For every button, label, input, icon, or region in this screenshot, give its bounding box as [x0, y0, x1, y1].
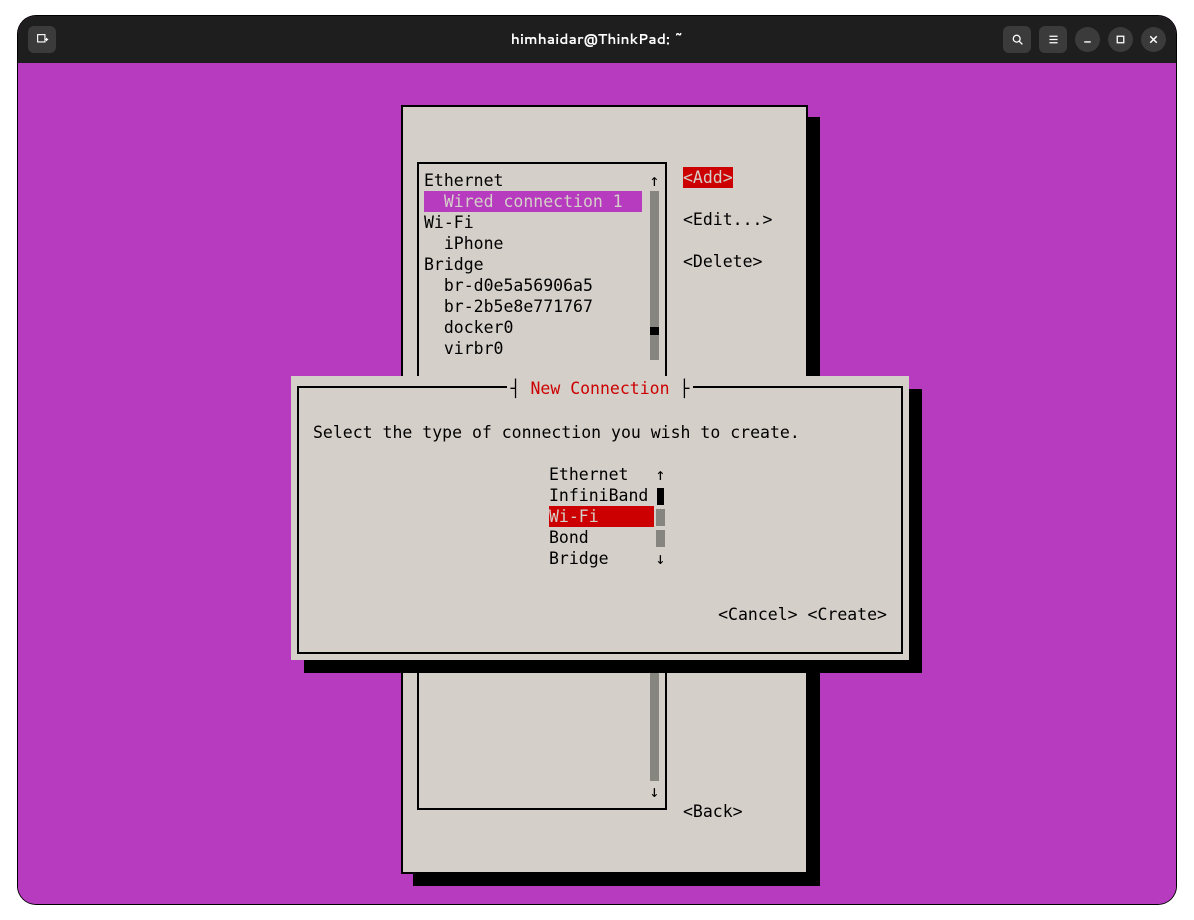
new-tab-icon: [36, 33, 49, 46]
list-item-iphone[interactable]: iPhone: [424, 233, 642, 254]
edit-button[interactable]: <Edit...>: [683, 209, 793, 230]
minimize-button[interactable]: [1075, 27, 1100, 52]
list-item-br1[interactable]: br-d0e5a56906a5: [424, 275, 642, 296]
connection-type-list[interactable]: Ethernet↑ InfiniBand Wi-Fi Bond Bridge↓: [549, 464, 679, 569]
list-group-wifi: Wi-Fi: [424, 212, 642, 233]
list-item-wired-connection-1[interactable]: Wired connection 1: [424, 191, 642, 212]
scroll-up-icon: ↑: [654, 464, 667, 485]
search-button[interactable]: [1003, 26, 1031, 53]
side-actions: <Add> <Edit...> <Delete>: [683, 167, 793, 272]
minimize-icon: [1081, 33, 1094, 46]
cancel-button[interactable]: <Cancel>: [718, 605, 797, 624]
scroll-thumb: [657, 488, 664, 505]
create-button[interactable]: <Create>: [808, 605, 887, 624]
titlebar: himhaidar@ThinkPad: ~: [18, 16, 1176, 63]
type-bridge[interactable]: Bridge↓: [549, 548, 679, 569]
search-icon: [1011, 33, 1024, 46]
new-connection-dialog: ┤ New Connection ├ Select the type of co…: [291, 376, 909, 660]
dialog-prompt: Select the type of connection you wish t…: [313, 422, 800, 443]
add-button[interactable]: <Add>: [683, 167, 733, 188]
scroll-down-icon: ↓: [654, 548, 667, 569]
list-group-bridge: Bridge: [424, 254, 642, 275]
maximize-icon: [1114, 33, 1127, 46]
type-infiniband[interactable]: InfiniBand: [549, 485, 679, 506]
new-tab-button[interactable]: [28, 26, 56, 53]
titlebar-right: [1003, 26, 1166, 53]
maximize-button[interactable]: [1108, 27, 1133, 52]
menu-button[interactable]: [1039, 26, 1067, 53]
type-bond[interactable]: Bond: [549, 527, 679, 548]
terminal-viewport: Ethernet Wired connection 1 Wi-Fi iPhone…: [18, 63, 1176, 904]
back-button[interactable]: <Back>: [683, 801, 743, 822]
list-item-docker0[interactable]: docker0: [424, 317, 642, 338]
list-item-virbr0[interactable]: virbr0: [424, 338, 642, 359]
close-button[interactable]: [1141, 27, 1166, 52]
list-item-br2[interactable]: br-2b5e8e771767: [424, 296, 642, 317]
window-title: himhaidar@ThinkPad: ~: [511, 29, 684, 50]
list-group-ethernet: Ethernet: [424, 170, 642, 191]
dialog-buttons: <Cancel> <Create>: [718, 604, 887, 625]
scroll-track: [656, 530, 665, 547]
type-ethernet[interactable]: Ethernet↑: [549, 464, 679, 485]
hamburger-icon: [1047, 33, 1060, 46]
scroll-track-2: [650, 335, 659, 360]
scroll-track: [650, 191, 659, 327]
scroll-thumb: [650, 327, 659, 335]
delete-button[interactable]: <Delete>: [683, 251, 793, 272]
type-wifi[interactable]: Wi-Fi: [549, 506, 679, 527]
close-icon: [1147, 33, 1160, 46]
terminal-window: himhaidar@ThinkPad: ~ Eth: [18, 16, 1176, 904]
connection-list[interactable]: Ethernet Wired connection 1 Wi-Fi iPhone…: [424, 170, 642, 359]
scroll-track: [656, 509, 665, 526]
scroll-up-icon: ↑: [648, 170, 661, 191]
scroll-down-icon: ↓: [648, 781, 661, 802]
